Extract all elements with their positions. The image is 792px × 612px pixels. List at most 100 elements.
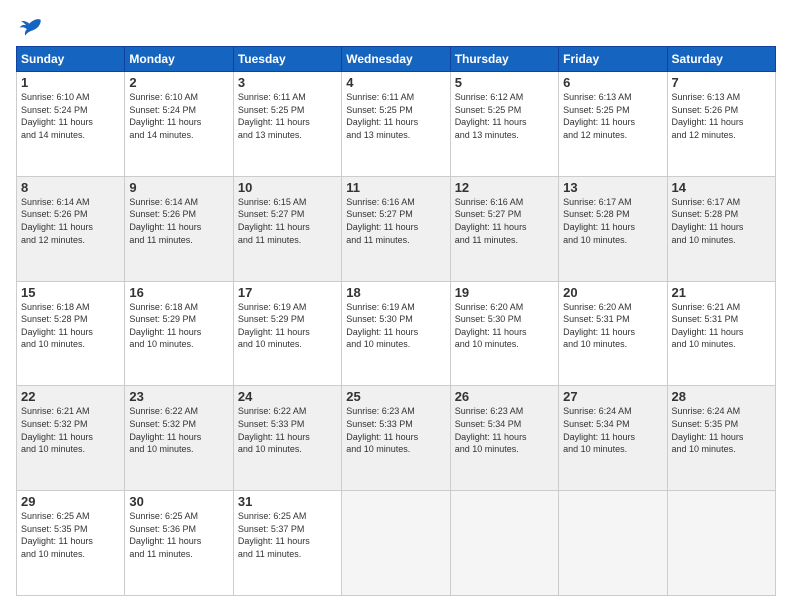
calendar-cell: 28 Sunrise: 6:24 AM Sunset: 5:35 PM Dayl… <box>667 386 775 491</box>
day-info: Sunrise: 6:14 AM Sunset: 5:26 PM Dayligh… <box>21 196 120 246</box>
daylight-label: Daylight: 11 hours <box>672 222 744 232</box>
daylight-label: Daylight: 11 hours <box>346 327 418 337</box>
daylight-minutes: and 10 minutes. <box>563 235 627 245</box>
day-info: Sunrise: 6:20 AM Sunset: 5:31 PM Dayligh… <box>563 301 662 351</box>
calendar-week-row: 8 Sunrise: 6:14 AM Sunset: 5:26 PM Dayli… <box>17 176 776 281</box>
day-number: 11 <box>346 180 445 195</box>
day-number: 5 <box>455 75 554 90</box>
day-number: 30 <box>129 494 228 509</box>
sunset-label: Sunset: 5:32 PM <box>129 419 196 429</box>
day-info: Sunrise: 6:21 AM Sunset: 5:31 PM Dayligh… <box>672 301 771 351</box>
sunrise-label: Sunrise: 6:16 AM <box>455 197 524 207</box>
daylight-label: Daylight: 11 hours <box>238 222 310 232</box>
weekday-header: Saturday <box>667 47 775 72</box>
sunset-label: Sunset: 5:35 PM <box>21 524 88 534</box>
day-info: Sunrise: 6:16 AM Sunset: 5:27 PM Dayligh… <box>455 196 554 246</box>
daylight-minutes: and 10 minutes. <box>563 339 627 349</box>
day-number: 31 <box>238 494 337 509</box>
calendar-table: SundayMondayTuesdayWednesdayThursdayFrid… <box>16 46 776 596</box>
sunrise-label: Sunrise: 6:24 AM <box>563 406 632 416</box>
logo-text <box>16 16 42 36</box>
day-info: Sunrise: 6:23 AM Sunset: 5:33 PM Dayligh… <box>346 405 445 455</box>
day-number: 13 <box>563 180 662 195</box>
sunset-label: Sunset: 5:30 PM <box>346 314 413 324</box>
daylight-label: Daylight: 11 hours <box>455 432 527 442</box>
sunset-label: Sunset: 5:33 PM <box>238 419 305 429</box>
calendar-cell: 3 Sunrise: 6:11 AM Sunset: 5:25 PM Dayli… <box>233 72 341 177</box>
sunrise-label: Sunrise: 6:15 AM <box>238 197 307 207</box>
calendar-cell: 26 Sunrise: 6:23 AM Sunset: 5:34 PM Dayl… <box>450 386 558 491</box>
day-info: Sunrise: 6:19 AM Sunset: 5:29 PM Dayligh… <box>238 301 337 351</box>
day-info: Sunrise: 6:11 AM Sunset: 5:25 PM Dayligh… <box>346 91 445 141</box>
daylight-minutes: and 10 minutes. <box>455 339 519 349</box>
day-number: 27 <box>563 389 662 404</box>
sunset-label: Sunset: 5:33 PM <box>346 419 413 429</box>
daylight-label: Daylight: 11 hours <box>563 117 635 127</box>
sunrise-label: Sunrise: 6:22 AM <box>129 406 198 416</box>
daylight-label: Daylight: 11 hours <box>238 432 310 442</box>
day-number: 10 <box>238 180 337 195</box>
day-number: 19 <box>455 285 554 300</box>
day-number: 7 <box>672 75 771 90</box>
daylight-minutes: and 10 minutes. <box>21 339 85 349</box>
sunrise-label: Sunrise: 6:19 AM <box>238 302 307 312</box>
calendar-cell: 15 Sunrise: 6:18 AM Sunset: 5:28 PM Dayl… <box>17 281 125 386</box>
day-info: Sunrise: 6:10 AM Sunset: 5:24 PM Dayligh… <box>129 91 228 141</box>
calendar-cell: 30 Sunrise: 6:25 AM Sunset: 5:36 PM Dayl… <box>125 491 233 596</box>
daylight-minutes: and 13 minutes. <box>346 130 410 140</box>
day-number: 1 <box>21 75 120 90</box>
calendar-cell: 9 Sunrise: 6:14 AM Sunset: 5:26 PM Dayli… <box>125 176 233 281</box>
calendar-cell: 14 Sunrise: 6:17 AM Sunset: 5:28 PM Dayl… <box>667 176 775 281</box>
calendar-body: 1 Sunrise: 6:10 AM Sunset: 5:24 PM Dayli… <box>17 72 776 596</box>
daylight-minutes: and 10 minutes. <box>346 444 410 454</box>
calendar-cell: 8 Sunrise: 6:14 AM Sunset: 5:26 PM Dayli… <box>17 176 125 281</box>
daylight-label: Daylight: 11 hours <box>21 432 93 442</box>
sunset-label: Sunset: 5:32 PM <box>21 419 88 429</box>
daylight-minutes: and 10 minutes. <box>346 339 410 349</box>
day-number: 29 <box>21 494 120 509</box>
header <box>16 16 776 36</box>
daylight-minutes: and 11 minutes. <box>129 235 192 245</box>
sunrise-label: Sunrise: 6:10 AM <box>129 92 198 102</box>
daylight-label: Daylight: 11 hours <box>455 327 527 337</box>
calendar-week-row: 1 Sunrise: 6:10 AM Sunset: 5:24 PM Dayli… <box>17 72 776 177</box>
daylight-label: Daylight: 11 hours <box>672 432 744 442</box>
daylight-minutes: and 11 minutes. <box>455 235 518 245</box>
day-number: 17 <box>238 285 337 300</box>
sunrise-label: Sunrise: 6:19 AM <box>346 302 415 312</box>
day-number: 3 <box>238 75 337 90</box>
day-number: 20 <box>563 285 662 300</box>
daylight-minutes: and 10 minutes. <box>672 339 736 349</box>
calendar-cell: 19 Sunrise: 6:20 AM Sunset: 5:30 PM Dayl… <box>450 281 558 386</box>
daylight-label: Daylight: 11 hours <box>21 117 93 127</box>
daylight-label: Daylight: 11 hours <box>129 536 201 546</box>
day-number: 14 <box>672 180 771 195</box>
daylight-label: Daylight: 11 hours <box>238 117 310 127</box>
day-info: Sunrise: 6:18 AM Sunset: 5:28 PM Dayligh… <box>21 301 120 351</box>
day-number: 23 <box>129 389 228 404</box>
calendar-cell: 13 Sunrise: 6:17 AM Sunset: 5:28 PM Dayl… <box>559 176 667 281</box>
day-info: Sunrise: 6:17 AM Sunset: 5:28 PM Dayligh… <box>563 196 662 246</box>
day-number: 6 <box>563 75 662 90</box>
day-info: Sunrise: 6:21 AM Sunset: 5:32 PM Dayligh… <box>21 405 120 455</box>
daylight-label: Daylight: 11 hours <box>455 222 527 232</box>
logo <box>16 16 42 36</box>
weekday-header: Tuesday <box>233 47 341 72</box>
sunrise-label: Sunrise: 6:13 AM <box>563 92 632 102</box>
sunrise-label: Sunrise: 6:21 AM <box>672 302 741 312</box>
sunset-label: Sunset: 5:30 PM <box>455 314 522 324</box>
calendar-cell: 7 Sunrise: 6:13 AM Sunset: 5:26 PM Dayli… <box>667 72 775 177</box>
sunrise-label: Sunrise: 6:23 AM <box>455 406 524 416</box>
day-number: 2 <box>129 75 228 90</box>
daylight-label: Daylight: 11 hours <box>129 117 201 127</box>
sunrise-label: Sunrise: 6:22 AM <box>238 406 307 416</box>
calendar-cell: 2 Sunrise: 6:10 AM Sunset: 5:24 PM Dayli… <box>125 72 233 177</box>
day-number: 9 <box>129 180 228 195</box>
calendar-cell: 17 Sunrise: 6:19 AM Sunset: 5:29 PM Dayl… <box>233 281 341 386</box>
daylight-label: Daylight: 11 hours <box>129 432 201 442</box>
sunset-label: Sunset: 5:27 PM <box>455 209 522 219</box>
page: SundayMondayTuesdayWednesdayThursdayFrid… <box>0 0 792 612</box>
day-info: Sunrise: 6:22 AM Sunset: 5:33 PM Dayligh… <box>238 405 337 455</box>
daylight-minutes: and 10 minutes. <box>563 444 627 454</box>
sunset-label: Sunset: 5:25 PM <box>238 105 305 115</box>
